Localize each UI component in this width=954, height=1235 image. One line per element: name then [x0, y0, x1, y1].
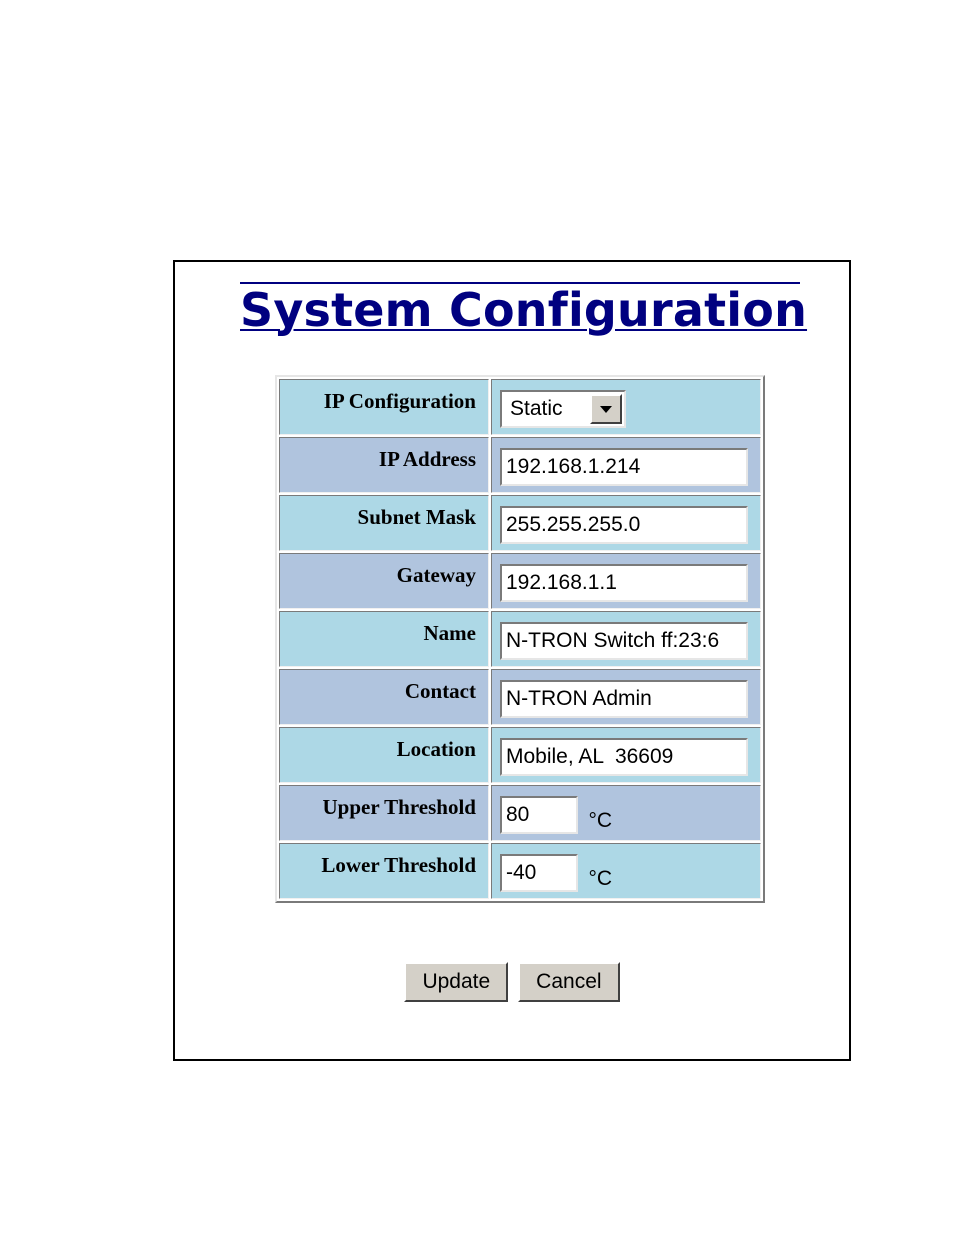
update-button[interactable]: Update: [404, 962, 509, 1002]
gateway-cell: [491, 553, 761, 609]
contact-label: Contact: [279, 669, 489, 725]
location-cell: [491, 727, 761, 783]
form-actions: Update Cancel: [175, 962, 849, 1002]
upper-threshold-cell: °C: [491, 785, 761, 841]
table-row: Gateway: [279, 553, 761, 609]
table-row: Contact: [279, 669, 761, 725]
gateway-input[interactable]: [500, 564, 748, 602]
upper-threshold-input[interactable]: [500, 796, 578, 834]
location-label: Location: [279, 727, 489, 783]
subnet-mask-input[interactable]: [500, 506, 748, 544]
name-input[interactable]: [500, 622, 748, 660]
ip-address-input[interactable]: [500, 448, 748, 486]
ip-configuration-cell: Static: [491, 379, 761, 435]
contact-cell: [491, 669, 761, 725]
upper-threshold-unit: °C: [588, 808, 613, 832]
gateway-label: Gateway: [279, 553, 489, 609]
table-row: IP Address: [279, 437, 761, 493]
subnet-mask-label: Subnet Mask: [279, 495, 489, 551]
table-row: Location: [279, 727, 761, 783]
ip-configuration-select[interactable]: Static: [500, 390, 626, 428]
name-label: Name: [279, 611, 489, 667]
lower-threshold-label: Lower Threshold: [279, 843, 489, 899]
ip-address-cell: [491, 437, 761, 493]
ip-configuration-label: IP Configuration: [279, 379, 489, 435]
chevron-down-icon: [600, 405, 612, 413]
table-row: Lower Threshold °C: [279, 843, 761, 899]
lower-threshold-cell: °C: [491, 843, 761, 899]
table-row: Upper Threshold °C: [279, 785, 761, 841]
cancel-button[interactable]: Cancel: [518, 962, 620, 1002]
config-panel: System Configuration IP Configuration St…: [173, 260, 851, 1061]
name-cell: [491, 611, 761, 667]
table-row: Name: [279, 611, 761, 667]
lower-threshold-input[interactable]: [500, 854, 578, 892]
ip-configuration-selected-value: Static: [510, 397, 563, 420]
lower-threshold-unit: °C: [588, 866, 613, 890]
table-row: IP Configuration Static: [279, 379, 761, 435]
location-input[interactable]: [500, 738, 748, 776]
subnet-mask-cell: [491, 495, 761, 551]
contact-input[interactable]: [500, 680, 748, 718]
ip-address-label: IP Address: [279, 437, 489, 493]
config-table: IP Configuration Static IP Address Subne…: [275, 375, 765, 903]
upper-threshold-label: Upper Threshold: [279, 785, 489, 841]
page-title: System Configuration: [240, 283, 808, 337]
table-row: Subnet Mask: [279, 495, 761, 551]
dropdown-button[interactable]: [590, 394, 622, 424]
